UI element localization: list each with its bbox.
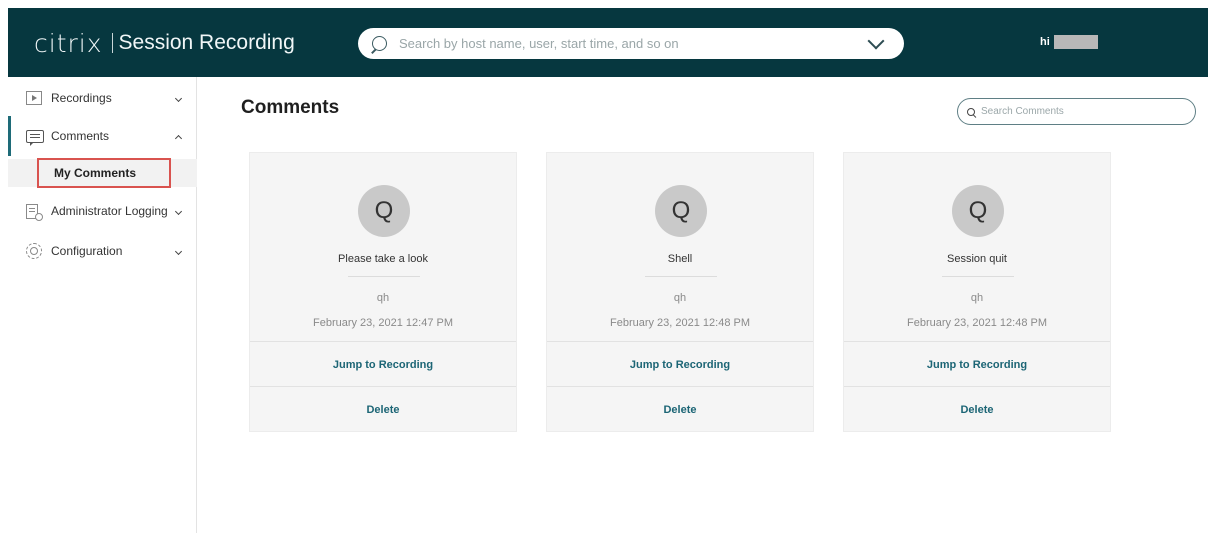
product-name: Session Recording [118,31,295,54]
jump-to-recording-button[interactable]: Jump to Recording [250,341,516,387]
comment-text: Session quit [947,253,1007,265]
sidebar-item-label: Comments [51,129,110,143]
chevron-down-icon [174,94,183,102]
delete-button[interactable]: Delete [250,386,516,432]
sidebar-item-label: Configuration [51,244,123,258]
chevron-up-icon [174,134,183,142]
global-search-input[interactable] [399,31,870,56]
sidebar-item-label: Recordings [51,91,112,105]
admin-log-icon [26,203,43,221]
chevron-down-icon [174,207,183,215]
sidebar: Recordings Comments My Comments Administ… [8,77,197,533]
comment-user: qh [673,292,687,304]
play-icon [26,91,42,105]
user-greeting: hi [1040,36,1050,48]
brand-separator [111,33,113,53]
avatar: Q [358,185,410,237]
comment-icon [26,129,44,146]
sidebar-subitem-my-comments[interactable]: My Comments [8,158,197,188]
sidebar-item-configuration[interactable]: Configuration [8,237,197,265]
comment-card: Q Please take a look qh February 23, 202… [249,152,517,432]
user-name-redacted [1053,35,1098,49]
comment-user: qh [970,292,984,304]
sidebar-item-recordings[interactable]: Recordings [8,84,197,112]
comment-card: Q Session quit qh February 23, 2021 12:4… [843,152,1111,432]
global-search[interactable] [358,28,904,59]
user-menu[interactable]: hi [1040,35,1098,49]
chevron-down-icon[interactable] [867,32,885,49]
comment-text: Shell [667,253,693,265]
search-icon [967,107,975,116]
comment-date: February 23, 2021 12:48 PM [906,317,1048,329]
delete-button[interactable]: Delete [844,386,1110,432]
gear-icon [26,243,42,259]
chevron-down-icon [174,247,183,255]
delete-button[interactable]: Delete [547,386,813,432]
highlight-box [37,158,171,188]
avatar: Q [952,185,1004,237]
sidebar-item-comments[interactable]: Comments [8,122,197,150]
comment-user: qh [376,292,390,304]
page-title: Comments [241,97,340,118]
sidebar-item-administrator-logging[interactable]: Administrator Logging [8,197,197,225]
comment-search-input[interactable] [981,106,1181,117]
sidebar-item-label: Administrator Logging [51,204,168,218]
app-header: citrix Session Recording hi [8,8,1208,77]
divider [348,276,420,277]
divider [942,276,1014,277]
citrix-logo: citrix [34,28,103,58]
comment-date: February 23, 2021 12:47 PM [312,317,454,329]
comment-card: Q Shell qh February 23, 2021 12:48 PM Ju… [546,152,814,432]
jump-to-recording-button[interactable]: Jump to Recording [547,341,813,387]
comment-date: February 23, 2021 12:48 PM [609,317,751,329]
brand[interactable]: citrix Session Recording [34,28,295,58]
search-icon [372,36,387,51]
jump-to-recording-button[interactable]: Jump to Recording [844,341,1110,387]
avatar: Q [655,185,707,237]
comment-search[interactable] [957,98,1196,125]
divider [645,276,717,277]
comment-text: Please take a look [338,253,428,265]
